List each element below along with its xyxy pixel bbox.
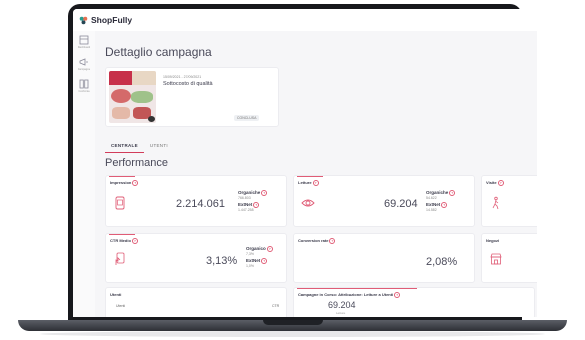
extnet-value: 14.582	[426, 208, 437, 212]
nav-item-dashboard[interactable]: Dashboard	[73, 31, 95, 53]
app-name: ShopFully	[91, 15, 133, 25]
kpi-title: Negozi	[486, 238, 500, 243]
users-title: Utenti	[110, 292, 122, 297]
info-icon[interactable]: ?	[266, 246, 273, 252]
nav-item-campagne[interactable]: Campagne	[73, 53, 95, 75]
active-campaigns-value: 69.204	[328, 300, 356, 310]
phone-ad-icon	[115, 196, 125, 210]
performance-title: Performance	[105, 157, 168, 169]
kpi-value: 2.214.061	[176, 198, 225, 210]
campaign-dates: 15/09/2021 - 27/09/2021	[163, 75, 202, 79]
laptop-notch	[263, 320, 323, 325]
page-title: Dettaglio campagna	[105, 45, 212, 59]
main-content: Dettaglio campagna 15/09/2021 - 27/09/20…	[95, 31, 537, 317]
organic-value: 54.622	[426, 196, 437, 200]
tap-icon	[115, 252, 125, 265]
app-logo[interactable]: ShopFully	[79, 15, 132, 25]
info-icon[interactable]: ?	[449, 190, 456, 196]
info-icon[interactable]: ?	[253, 202, 260, 208]
info-icon[interactable]: ?	[132, 180, 139, 186]
top-bar: ShopFully	[73, 9, 537, 32]
kpi-title: Conversion rate?	[298, 238, 336, 244]
info-icon[interactable]: ?	[131, 238, 138, 244]
column-header-ctr[interactable]: CTR	[272, 304, 279, 308]
dashboard-icon	[79, 35, 89, 45]
nav-label: Dashboard	[77, 46, 91, 49]
megaphone-icon	[79, 58, 88, 66]
tab-centrale[interactable]: CENTRALE	[105, 141, 144, 153]
status-badge: CONCLUSA	[234, 115, 260, 121]
eye-icon	[301, 199, 315, 207]
info-icon[interactable]: ?	[441, 202, 448, 208]
walking-icon	[492, 196, 499, 210]
tab-bar: CENTRALE UTENTI	[105, 141, 174, 153]
kpi-title: Impression?	[110, 180, 139, 186]
kpi-value: 3,13%	[206, 255, 238, 267]
campaign-thumbnail	[109, 71, 156, 123]
organic-value: 766.803	[238, 196, 251, 200]
store-icon	[490, 253, 502, 265]
app-screen: ShopFully Dashboard Campagne Confronta D…	[73, 9, 537, 317]
info-icon[interactable]: ?	[312, 180, 319, 186]
kpi-card-impression: Impression? 2.214.061 Organiche? 766.803…	[105, 175, 287, 227]
info-icon[interactable]: ?	[394, 292, 401, 298]
laptop-shadow	[40, 331, 545, 337]
kpi-title: Letture?	[298, 180, 319, 186]
extnet-value: 1.447.258	[238, 208, 254, 212]
kpi-title: Visite?	[486, 180, 504, 186]
column-header-users[interactable]: Utenti	[116, 304, 125, 308]
info-icon[interactable]: ?	[329, 238, 336, 244]
kpi-value: 2,08%	[426, 256, 458, 268]
kpi-card-letture: Letture? 69.204 Organiche? 54.622 ExtNet…	[293, 175, 475, 227]
kpi-card-visite: Visite?	[481, 175, 537, 227]
side-nav: Dashboard Campagne Confronta	[73, 31, 96, 317]
shopfully-logo-icon	[79, 16, 88, 24]
columns-icon	[79, 79, 89, 89]
kpi-title: CTR Medio?	[110, 238, 138, 244]
info-icon[interactable]: ?	[261, 190, 268, 196]
info-icon[interactable]: ?	[497, 180, 504, 186]
campaign-name: Sottocosto di qualità	[163, 81, 213, 87]
kpi-card-negozi: Negozi	[481, 233, 537, 283]
extnet-value: 1,0%	[246, 264, 254, 268]
kpi-card-conversion: Conversion rate? 2,08%	[293, 233, 475, 283]
organic-value: 7,3%	[246, 252, 254, 256]
active-campaigns-title: Campagne in Corso: Attribuzione: Letture…	[298, 292, 401, 298]
nav-item-confronta[interactable]: Confronta	[73, 75, 95, 97]
nav-label: Confronta	[78, 90, 90, 93]
active-campaigns-sub: Letture	[336, 311, 346, 315]
nav-label: Campagne	[77, 68, 91, 71]
info-icon[interactable]: ?	[261, 258, 268, 264]
active-campaigns-card: Campagne in Corso: Attribuzione: Letture…	[293, 287, 535, 317]
campaign-card[interactable]: 15/09/2021 - 27/09/2021 Sottocosto di qu…	[105, 67, 279, 127]
tab-utenti[interactable]: UTENTI	[144, 141, 174, 153]
users-table-card: Utenti Utenti CTR	[105, 287, 287, 317]
kpi-value: 69.204	[384, 198, 418, 210]
kpi-card-ctr: CTR Medio? 3,13% Organico? 7,3% ExtNet? …	[105, 233, 287, 283]
